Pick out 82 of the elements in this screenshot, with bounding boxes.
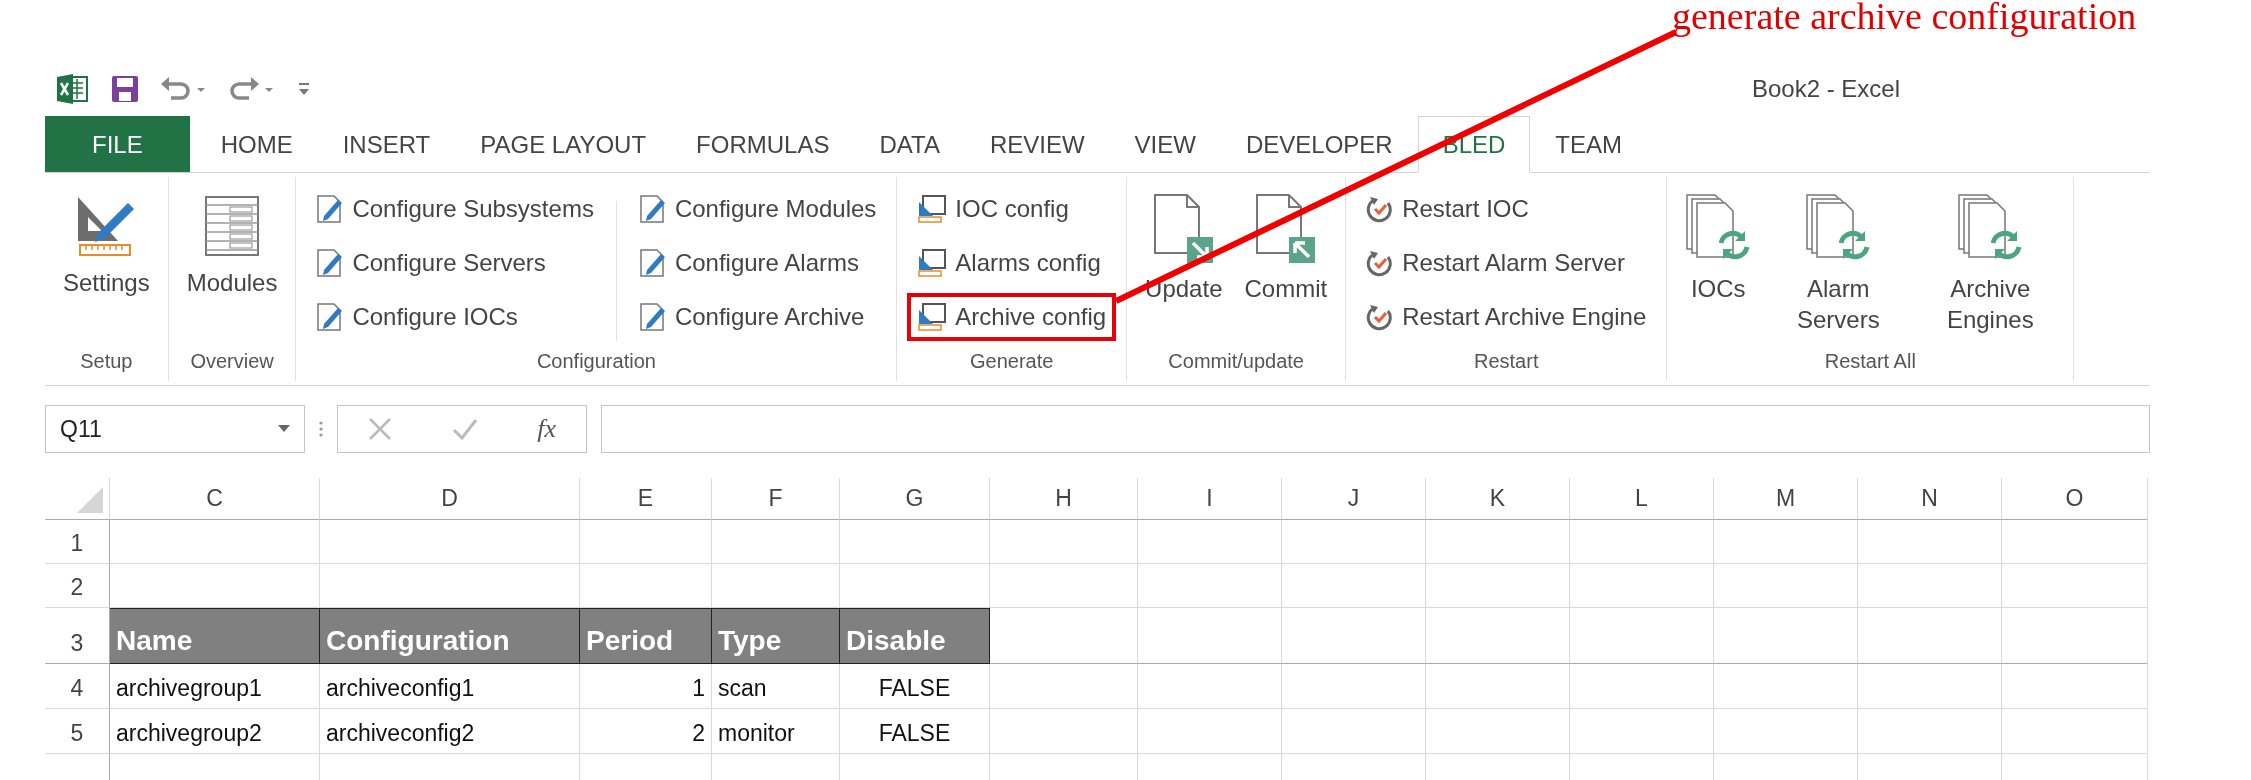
column-header[interactable]: D [320, 478, 580, 520]
ribbon-button[interactable]: Modules [178, 185, 286, 307]
group-label: Restart [1474, 349, 1539, 374]
column-header[interactable]: K [1426, 478, 1570, 520]
ribbon-button[interactable]: Alarm Servers [1765, 185, 1912, 344]
window-title: Book2 - Excel [1751, 75, 1900, 103]
ribbon-button[interactable]: Update [1137, 185, 1231, 313]
table-cell: archivegroup1 [110, 664, 320, 709]
column-header[interactable]: O [2002, 478, 2148, 520]
ribbon-button[interactable]: Alarms config [907, 239, 1117, 287]
table-header-cell: Disable [840, 608, 990, 664]
edit-document-icon[interactable] [316, 302, 345, 332]
edit-document-icon[interactable] [316, 194, 345, 224]
edit-document-icon[interactable] [638, 248, 667, 278]
ribbon-button[interactable]: Configure Archive [628, 293, 887, 341]
column-header[interactable]: J [1282, 478, 1426, 520]
ribbon-button[interactable]: Commit [1236, 185, 1336, 313]
annotation-text: generate archive configuration [1672, 0, 2137, 38]
restart-check-icon[interactable] [1366, 249, 1395, 277]
ribbon-button[interactable]: Configure Modules [628, 185, 887, 233]
ribbon-button[interactable]: Configure IOCs [306, 293, 604, 341]
group-label: Commit/update [1168, 349, 1304, 374]
table-header-cell: Type [712, 608, 840, 664]
name-box[interactable]: Q11 [45, 405, 305, 453]
row-header[interactable]: 1 [45, 520, 110, 564]
table-cell: scan [712, 664, 840, 709]
group-label: Generate [970, 349, 1054, 374]
table-cell: 2 [580, 709, 712, 754]
table-cell: archiveconfig1 [320, 664, 580, 709]
dropdown-caret-icon[interactable] [278, 425, 290, 433]
screen-ruler-icon[interactable] [917, 248, 948, 278]
table-cell: FALSE [840, 709, 990, 754]
ribbon-button[interactable]: Restart Archive Engine [1356, 293, 1657, 341]
ribbon-button[interactable]: Archive Engines [1917, 185, 2064, 344]
file-tab[interactable]: FILE [45, 116, 190, 172]
edit-document-icon[interactable] [316, 248, 345, 278]
restart-check-icon[interactable] [1366, 195, 1395, 223]
column-header[interactable]: N [1858, 478, 2002, 520]
table-cell: archivegroup2 [110, 709, 320, 754]
column-header[interactable]: M [1714, 478, 1858, 520]
ribbon-button[interactable]: Settings [55, 185, 158, 307]
column-header[interactable]: G [840, 478, 990, 520]
group-label: Restart All [1824, 349, 1916, 374]
table-cell: monitor [712, 709, 840, 754]
edit-document-icon[interactable] [638, 194, 667, 224]
customize-toolbar-icon[interactable] [297, 81, 311, 97]
excel-logo-icon [57, 74, 89, 104]
group-label: Configuration [536, 349, 656, 374]
ribbon-button[interactable]: Configure Alarms [628, 239, 887, 287]
save-icon[interactable] [111, 75, 139, 103]
ribbon-button[interactable]: Restart IOC [1356, 185, 1657, 233]
table-header-cell: Name [110, 608, 320, 664]
column-header[interactable]: I [1138, 478, 1282, 520]
table-header-cell: Configuration [320, 608, 580, 664]
screen-ruler-icon[interactable] [917, 194, 948, 224]
redo-icon[interactable] [229, 76, 275, 102]
table-cell: 1 [580, 664, 712, 709]
table-header-cell: Period [580, 608, 712, 664]
group-label: Overview [190, 349, 274, 374]
column-header[interactable]: L [1570, 478, 1714, 520]
ribbon-button[interactable]: Configure Servers [306, 239, 604, 287]
formula-input[interactable] [601, 405, 2150, 453]
row-header[interactable]: 2 [45, 564, 110, 608]
insert-function-button[interactable]: fx [537, 414, 557, 444]
group-label: Setup [80, 349, 133, 374]
table-cell: FALSE [840, 664, 990, 709]
restart-check-icon[interactable] [1366, 303, 1395, 331]
ribbon-button[interactable]: IOCs [1677, 185, 1760, 313]
ribbon-button[interactable]: Archive config [907, 293, 1117, 341]
undo-icon[interactable] [161, 76, 207, 102]
edit-document-icon[interactable] [638, 302, 667, 332]
column-header[interactable]: E [580, 478, 712, 520]
check-icon[interactable] [451, 418, 478, 440]
ribbon-button[interactable]: Restart Alarm Server [1356, 239, 1657, 287]
ribbon-button[interactable]: IOC config [907, 185, 1117, 233]
column-header[interactable]: H [990, 478, 1138, 520]
column-header[interactable]: C [110, 478, 320, 520]
drag-handle-icon[interactable] [319, 420, 323, 438]
column-header[interactable]: F [712, 478, 840, 520]
ribbon-button[interactable]: Configure Subsystems [306, 185, 604, 233]
screen-ruler-icon[interactable] [917, 302, 948, 332]
table-cell: archiveconfig2 [320, 709, 580, 754]
